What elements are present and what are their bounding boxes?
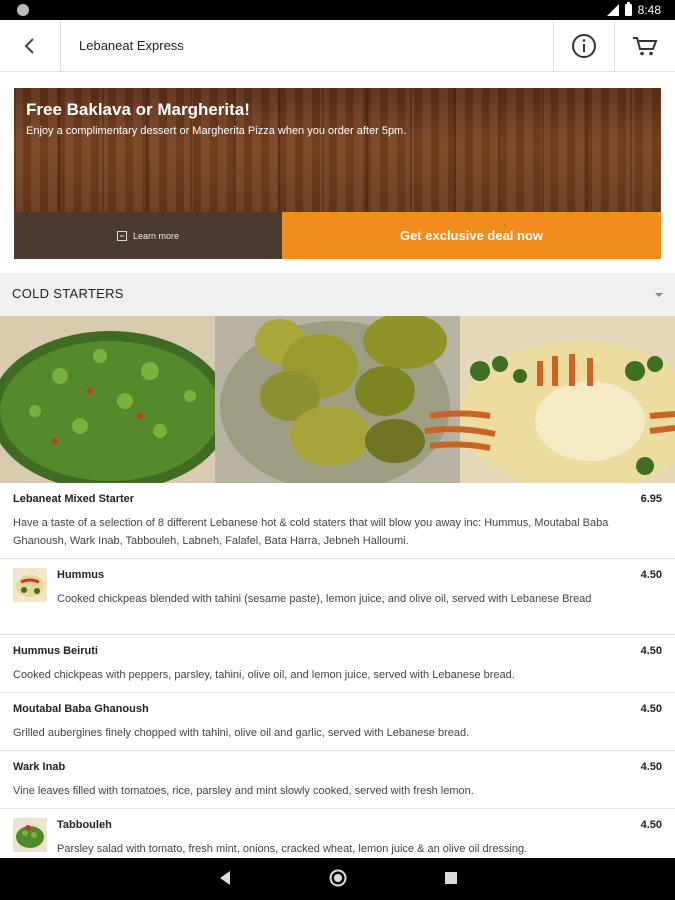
learn-more-label: Learn more bbox=[132, 230, 180, 241]
status-bar: 8:48 bbox=[0, 0, 675, 20]
nav-back-icon[interactable] bbox=[218, 870, 232, 886]
menu-item-description: Vine leaves filled with tomatoes, rice, … bbox=[13, 785, 474, 797]
chevron-down-icon bbox=[655, 293, 663, 297]
info-button[interactable] bbox=[553, 20, 614, 72]
section-title: COLD STARTERS bbox=[12, 286, 124, 301]
promo-subtitle: Enjoy a complimentary dessert or Margher… bbox=[26, 125, 407, 137]
category-hero-image bbox=[0, 316, 675, 483]
menu-item-description: Grilled aubergines finely chopped with t… bbox=[13, 727, 470, 739]
menu-item-price: 4.50 bbox=[640, 645, 662, 657]
clock: 8:48 bbox=[637, 3, 661, 17]
menu-item-price: 6.95 bbox=[640, 493, 662, 505]
menu-item-name: Moutabal Baba Ghanoush bbox=[13, 703, 149, 715]
menu-item-name: Lebaneat Mixed Starter bbox=[13, 493, 135, 505]
menu-item-description: Cooked chickpeas with peppers, parsley, … bbox=[13, 669, 515, 681]
menu-item[interactable]: Hummus Beiruti 4.50 Cooked chickpeas wit… bbox=[0, 635, 675, 693]
menu-item-name: Hummus bbox=[57, 569, 105, 581]
promo-banner: Free Baklava or Margherita! Enjoy a comp… bbox=[14, 88, 661, 259]
menu-item-description: Have a taste of a selection of 8 differe… bbox=[13, 517, 609, 547]
menu-item-price: 4.50 bbox=[640, 819, 662, 831]
menu-item[interactable]: Hummus 4.50 Cooked chickpeas blended wit… bbox=[0, 559, 675, 635]
cart-button[interactable] bbox=[614, 20, 675, 72]
menu-item-description: Cooked chickpeas blended with tahini (se… bbox=[57, 593, 592, 605]
cart-icon bbox=[633, 37, 658, 56]
menu-item-name: Wark Inab bbox=[13, 761, 66, 773]
menu-item-price: 4.50 bbox=[640, 703, 662, 715]
learn-more-button[interactable]: Learn more bbox=[14, 212, 282, 259]
nav-recents-icon[interactable] bbox=[444, 871, 458, 885]
system-nav-bar bbox=[0, 858, 675, 900]
restaurant-title: Lebaneat Express bbox=[79, 38, 184, 53]
menu-item-price: 4.50 bbox=[640, 761, 662, 773]
get-deal-button[interactable]: Get exclusive deal now bbox=[282, 212, 661, 259]
get-deal-label: Get exclusive deal now bbox=[399, 228, 544, 243]
learn-more-icon bbox=[116, 230, 127, 241]
menu-item-name: Hummus Beiruti bbox=[13, 645, 98, 657]
menu-item-description: Parsley salad with tomato, fresh mint, o… bbox=[57, 843, 528, 855]
menu-item-list: Lebaneat Mixed Starter 6.95 Have a taste… bbox=[0, 483, 675, 869]
status-icons: 8:48 bbox=[606, 2, 661, 17]
back-button[interactable] bbox=[0, 20, 61, 72]
nav-home-icon[interactable] bbox=[329, 869, 347, 887]
battery-icon bbox=[624, 2, 632, 16]
back-arrow-icon bbox=[24, 38, 34, 54]
menu-item-thumbnail bbox=[13, 818, 47, 852]
info-icon bbox=[572, 34, 596, 58]
app-bar: Lebaneat Express bbox=[0, 20, 675, 72]
menu-item[interactable]: Lebaneat Mixed Starter 6.95 Have a taste… bbox=[0, 483, 675, 559]
section-header[interactable]: COLD STARTERS bbox=[0, 273, 675, 316]
notification-icon bbox=[17, 4, 29, 16]
menu-item[interactable]: Moutabal Baba Ghanoush 4.50 Grilled aube… bbox=[0, 693, 675, 751]
menu-item-price: 4.50 bbox=[640, 569, 662, 581]
menu-item[interactable]: Wark Inab 4.50 Vine leaves filled with t… bbox=[0, 751, 675, 809]
promo-title: Free Baklava or Margherita! bbox=[26, 100, 250, 119]
signal-icon bbox=[606, 4, 619, 16]
menu-item-name: Tabbouleh bbox=[57, 819, 112, 831]
